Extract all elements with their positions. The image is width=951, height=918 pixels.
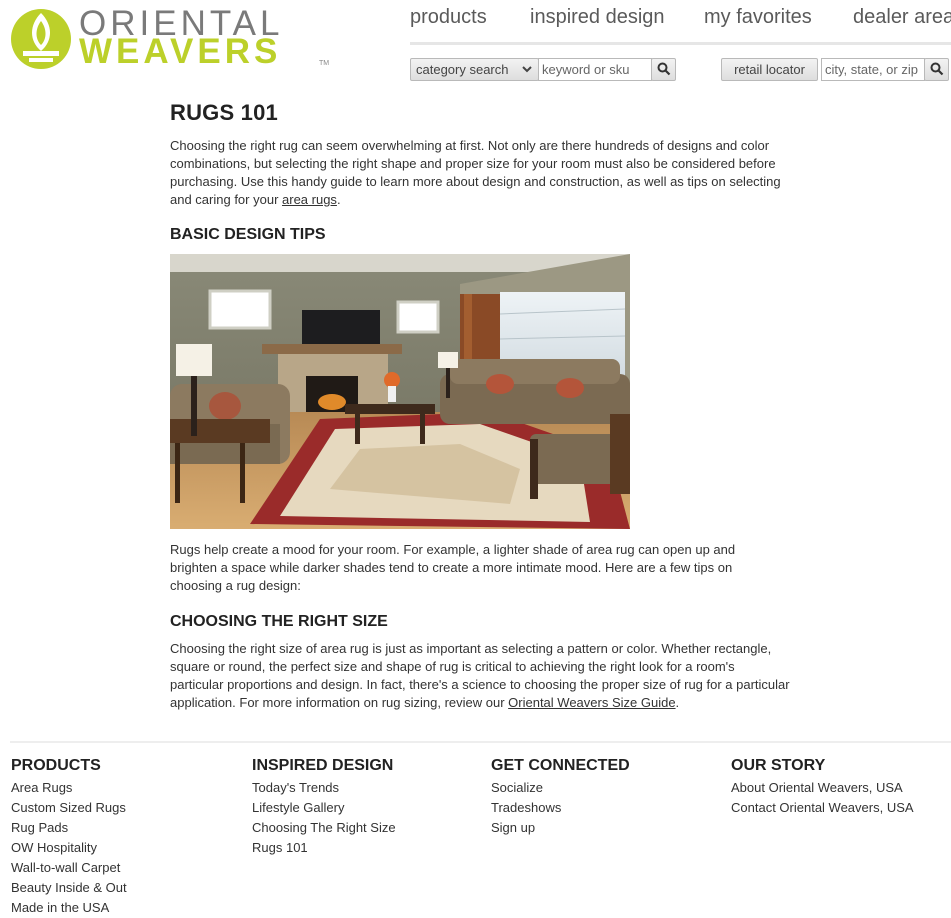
size-guide-link[interactable]: Oriental Weavers Size Guide: [508, 695, 675, 710]
design-tips-heading: BASIC DESIGN TIPS: [170, 226, 326, 243]
right-size-end: .: [675, 695, 680, 710]
nav-inspired-design[interactable]: inspired design: [530, 6, 665, 29]
retail-locator-label: retail locator: [734, 62, 805, 77]
footer-link-contact[interactable]: Contact Oriental Weavers, USA: [731, 798, 914, 818]
footer-products: PRODUCTS Area Rugs Custom Sized Rugs Rug…: [11, 756, 127, 918]
chevron-down-icon: [521, 59, 533, 88]
right-size-paragraph: Choosing the right size of area rug is j…: [170, 640, 790, 712]
area-rugs-link[interactable]: area rugs: [282, 192, 337, 207]
location-input[interactable]: [821, 58, 925, 81]
search-icon: [657, 62, 671, 76]
footer-link-sign-up[interactable]: Sign up: [491, 818, 630, 838]
footer-link-tradeshows[interactable]: Tradeshows: [491, 798, 630, 818]
footer-link-beauty-inside-out[interactable]: Beauty Inside & Out: [11, 878, 127, 898]
nav-my-favorites[interactable]: my favorites: [704, 6, 812, 29]
footer-link-wall-to-wall-carpet[interactable]: Wall-to-wall Carpet: [11, 858, 127, 878]
footer-divider: [10, 741, 951, 743]
footer-link-custom-sized-rugs[interactable]: Custom Sized Rugs: [11, 798, 127, 818]
footer-link-choosing-right-size[interactable]: Choosing The Right Size: [252, 818, 396, 838]
footer-link-area-rugs[interactable]: Area Rugs: [11, 778, 127, 798]
footer-link-ow-hospitality[interactable]: OW Hospitality: [11, 838, 127, 858]
footer-get-connected: GET CONNECTED Socialize Tradeshows Sign …: [491, 756, 630, 838]
nav-products[interactable]: products: [410, 6, 487, 29]
intro-paragraph: Choosing the right rug can seem overwhel…: [170, 137, 790, 209]
category-search-label: category search: [416, 62, 509, 77]
design-tips-paragraph: Rugs help create a mood for your room. F…: [170, 542, 736, 593]
intro-end: .: [336, 192, 341, 207]
right-size-text: Choosing the right size of area rug is j…: [170, 641, 790, 710]
living-room-photo: [170, 254, 630, 529]
intro-text: Choosing the right rug can seem overwhel…: [170, 138, 781, 207]
footer-link-made-in-usa[interactable]: Made in the USA: [11, 898, 127, 918]
logo-leaf-icon: [11, 9, 71, 69]
article: RUGS 101 Choosing the right rug can seem…: [170, 100, 790, 710]
footer-link-rug-pads[interactable]: Rug Pads: [11, 818, 127, 838]
footer-our-story: OUR STORY About Oriental Weavers, USA Co…: [731, 756, 914, 818]
primary-nav: products inspired design my favorites de…: [410, 6, 951, 34]
page-title: RUGS 101: [170, 100, 278, 125]
footer-link-about[interactable]: About Oriental Weavers, USA: [731, 778, 914, 798]
retail-locator-label-box: retail locator: [721, 58, 818, 81]
footer-story-heading: OUR STORY: [731, 757, 826, 774]
footer-link-lifestyle-gallery[interactable]: Lifestyle Gallery: [252, 798, 396, 818]
nav-divider: [410, 42, 951, 45]
brand-logo[interactable]: ORIENTAL WEAVERS TM: [9, 6, 334, 71]
footer-inspired-heading: INSPIRED DESIGN: [252, 757, 394, 774]
nav-dealer-area[interactable]: dealer area: [853, 6, 951, 29]
keyword-search-button[interactable]: [651, 58, 676, 81]
footer-connected-heading: GET CONNECTED: [491, 757, 630, 774]
category-search-select[interactable]: category search: [410, 58, 539, 81]
footer-products-heading: PRODUCTS: [11, 757, 101, 774]
location-search-button[interactable]: [924, 58, 949, 81]
footer-link-todays-trends[interactable]: Today's Trends: [252, 778, 396, 798]
right-size-heading: CHOOSING THE RIGHT SIZE: [170, 613, 388, 630]
footer-link-rugs-101[interactable]: Rugs 101: [252, 838, 396, 858]
search-icon: [930, 62, 944, 76]
trademark-symbol: TM: [319, 60, 330, 67]
footer-link-socialize[interactable]: Socialize: [491, 778, 630, 798]
keyword-search-input[interactable]: [538, 58, 652, 81]
footer-inspired-design: INSPIRED DESIGN Today's Trends Lifestyle…: [252, 756, 396, 858]
logo-wordmark-bottom: WEAVERS: [79, 32, 282, 71]
